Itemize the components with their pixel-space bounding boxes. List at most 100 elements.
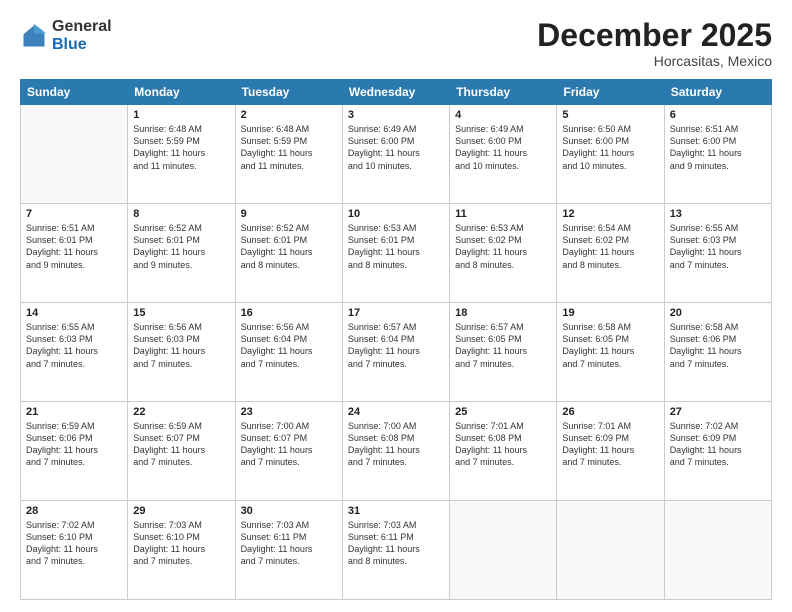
info-line: Daylight: 11 hours xyxy=(562,148,634,158)
day-number: 28 xyxy=(26,505,122,517)
day-number: 25 xyxy=(455,406,551,418)
logo-general-text: General xyxy=(52,18,112,35)
day-number: 2 xyxy=(241,109,337,121)
info-line: Sunrise: 7:01 AM xyxy=(455,421,524,431)
info-line: Daylight: 11 hours xyxy=(348,346,420,356)
cell-info: Sunrise: 7:03 AMSunset: 6:10 PMDaylight:… xyxy=(133,519,229,568)
info-line: and 9 minutes. xyxy=(26,260,85,270)
day-number: 20 xyxy=(670,307,766,319)
info-line: Sunset: 6:10 PM xyxy=(133,532,200,542)
info-line: Daylight: 11 hours xyxy=(670,346,742,356)
info-line: and 8 minutes. xyxy=(348,260,407,270)
col-monday: Monday xyxy=(128,80,235,105)
table-row: 7Sunrise: 6:51 AMSunset: 6:01 PMDaylight… xyxy=(21,204,128,303)
info-line: Sunset: 6:09 PM xyxy=(562,433,629,443)
info-line: and 7 minutes. xyxy=(562,359,621,369)
info-line: Sunrise: 7:02 AM xyxy=(26,520,95,530)
col-wednesday: Wednesday xyxy=(342,80,449,105)
info-line: Sunset: 6:00 PM xyxy=(562,136,629,146)
info-line: Sunrise: 6:51 AM xyxy=(26,223,95,233)
cell-info: Sunrise: 6:57 AMSunset: 6:05 PMDaylight:… xyxy=(455,321,551,370)
info-line: Sunset: 6:00 PM xyxy=(670,136,737,146)
info-line: Sunrise: 6:57 AM xyxy=(348,322,417,332)
day-number: 10 xyxy=(348,208,444,220)
table-row: 3 Sunrise: 6:49 AMSunset: 6:00 PMDaylight… xyxy=(342,105,449,204)
info-line: Sunset: 6:11 PM xyxy=(241,532,307,542)
table-row: 14Sunrise: 6:55 AMSunset: 6:03 PMDayligh… xyxy=(21,303,128,402)
info-line: and 9 minutes. xyxy=(670,161,729,171)
info-line: and 11 minutes. xyxy=(241,161,304,171)
day-number: 4 xyxy=(455,109,551,121)
info-line: and 7 minutes. xyxy=(241,457,300,467)
info-line: Sunrise: 6:53 AM xyxy=(348,223,417,233)
cell-info: Sunrise: 6:57 AM Sunset: 6:04 PM Daylight:… xyxy=(348,321,444,370)
info-line: Sunrise: 6:51 AM xyxy=(670,124,739,134)
info-line: Daylight: 11 hours xyxy=(348,445,420,455)
info-line: Sunset: 5:59 PM xyxy=(241,136,308,146)
cell-info: Sunrise: 6:52 AMSunset: 6:01 PMDaylight:… xyxy=(241,222,337,271)
cell-info: Sunrise: 6:51 AMSunset: 6:00 PMDaylight:… xyxy=(670,123,766,172)
day-number: 6 xyxy=(670,109,766,121)
info-line: Sunset: 6:07 PM xyxy=(241,433,308,443)
info-line: and 7 minutes. xyxy=(455,359,514,369)
info-line: Daylight: 11 hours xyxy=(133,148,205,158)
location: Horcasitas, Mexico xyxy=(537,53,772,69)
info-line: Daylight: 11 hours xyxy=(241,148,313,158)
col-saturday: Saturday xyxy=(664,80,771,105)
info-line: and 7 minutes. xyxy=(133,556,192,566)
info-line: and 7 minutes. xyxy=(455,457,514,467)
info-line: Sunset: 6:04 PM xyxy=(241,334,308,344)
col-tuesday: Tuesday xyxy=(235,80,342,105)
info-line: Daylight: 11 hours xyxy=(348,247,420,257)
info-line: Sunrise: 6:59 AM xyxy=(133,421,202,431)
day-number: 8 xyxy=(133,208,229,220)
month-title: December 2025 xyxy=(537,18,772,53)
info-line: Sunset: 6:05 PM xyxy=(562,334,629,344)
cell-info: Sunrise: 6:48 AMSunset: 5:59 PMDaylight:… xyxy=(241,123,337,172)
calendar-week-row: 28 Sunrise: 7:02 AM Sunset: 6:10 PM Dayligh… xyxy=(21,501,772,600)
cell-info: Sunrise: 6:49 AMSunset: 6:00 PMDaylight:… xyxy=(455,123,551,172)
info-line: Sunrise: 6:56 AM xyxy=(241,322,310,332)
day-number: 3 xyxy=(348,109,444,121)
logo-blue-text: Blue xyxy=(52,36,87,53)
table-row: 16Sunrise: 6:56 AMSunset: 6:04 PMDayligh… xyxy=(235,303,342,402)
info-line: Sunrise: 7:00 AM xyxy=(241,421,310,431)
page: General Blue December 2025 Horcasitas, M… xyxy=(0,0,792,612)
day-number: 11 xyxy=(455,208,551,220)
info-line: and 7 minutes. xyxy=(348,457,407,467)
day-number: 15 xyxy=(133,307,229,319)
info-line: Daylight: 11 hours xyxy=(562,346,634,356)
table-row xyxy=(664,501,771,600)
col-thursday: Thursday xyxy=(450,80,557,105)
info-line: and 7 minutes. xyxy=(241,556,300,566)
info-line: Sunrise: 6:58 AM xyxy=(670,322,739,332)
info-line: Sunset: 6:11 PM xyxy=(348,532,414,542)
info-line: and 8 minutes. xyxy=(562,260,621,270)
info-line: and 11 minutes. xyxy=(133,161,196,171)
info-line: Daylight: 11 hours xyxy=(241,544,313,554)
info-line: Sunset: 6:06 PM xyxy=(26,433,93,443)
table-row: 10Sunrise: 6:53 AMSunset: 6:01 PMDayligh… xyxy=(342,204,449,303)
info-line: Sunrise: 6:52 AM xyxy=(241,223,310,233)
info-line: Sunset: 6:03 PM xyxy=(670,235,737,245)
day-number: 17 xyxy=(348,307,444,319)
cell-info: Sunrise: 6:49 AMSunset: 6:00 PMDaylight:… xyxy=(348,123,444,172)
info-line: Sunset: 6:03 PM xyxy=(133,334,200,344)
info-line: Daylight: 11 hours xyxy=(241,247,313,257)
info-line: Sunset: 6:04 PM xyxy=(348,334,415,344)
day-number: 22 xyxy=(133,406,229,418)
info-line: Daylight: 11 hours xyxy=(455,445,527,455)
cell-info: Sunrise: 7:01 AMSunset: 6:09 PMDaylight:… xyxy=(562,420,658,469)
info-line: and 7 minutes. xyxy=(562,457,621,467)
table-row: 2 Sunrise: 6:48 AMSunset: 5:59 PMDaylight… xyxy=(235,105,342,204)
title-block: December 2025 Horcasitas, Mexico xyxy=(537,18,772,69)
info-line: Sunset: 6:03 PM xyxy=(26,334,93,344)
table-row: 15Sunrise: 6:56 AMSunset: 6:03 PMDayligh… xyxy=(128,303,235,402)
cell-info: Sunrise: 6:51 AMSunset: 6:01 PMDaylight:… xyxy=(26,222,122,271)
table-row: 8Sunrise: 6:52 AMSunset: 6:01 PMDaylight… xyxy=(128,204,235,303)
info-line: Sunrise: 6:57 AM xyxy=(455,322,524,332)
info-line: Sunset: 6:01 PM xyxy=(26,235,93,245)
col-friday: Friday xyxy=(557,80,664,105)
info-line: Sunset: 6:01 PM xyxy=(133,235,200,245)
info-line: and 9 minutes. xyxy=(133,260,192,270)
